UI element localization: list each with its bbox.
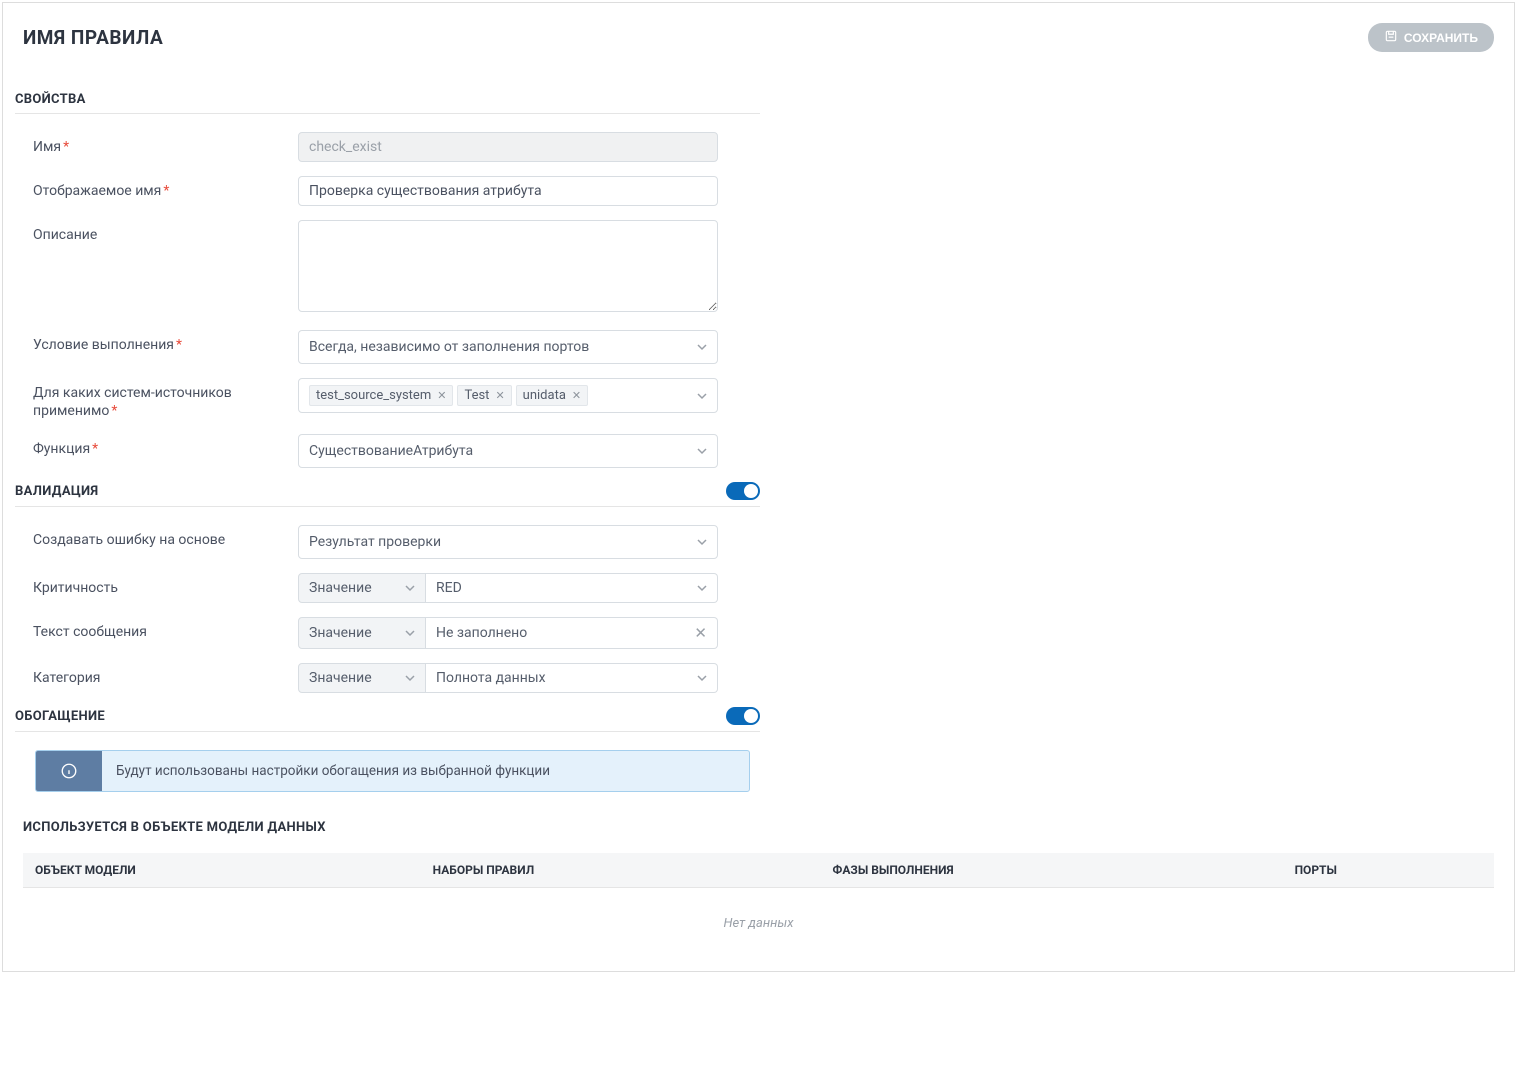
category-value-select[interactable]: Полнота данных — [426, 663, 718, 693]
save-icon — [1384, 29, 1398, 46]
category-mode-select[interactable]: Значение — [298, 663, 426, 693]
function-value: СуществованиеАтрибута — [309, 443, 697, 459]
chevron-down-icon — [697, 446, 707, 456]
validation-section-title: ВАЛИДАЦИЯ — [15, 484, 98, 499]
criticality-value-select[interactable]: RED — [426, 573, 718, 603]
error-basis-label: Создавать ошибку на основе — [33, 525, 298, 549]
enrichment-section-title: ОБОГАЩЕНИЕ — [15, 709, 105, 724]
clear-icon[interactable]: ✕ — [694, 624, 707, 642]
chevron-down-icon — [405, 583, 415, 593]
name-input[interactable] — [298, 132, 718, 162]
tag-remove-icon[interactable]: ✕ — [495, 389, 504, 402]
condition-label: Условие выполнения* — [33, 330, 298, 354]
message-value-input[interactable]: Не заполнено ✕ — [426, 617, 718, 649]
condition-select[interactable]: Всегда, независимо от заполнения портов — [298, 330, 718, 364]
error-basis-value: Результат проверки — [309, 534, 697, 550]
criticality-label: Критичность — [33, 573, 298, 597]
source-tag: test_source_system✕ — [309, 385, 453, 406]
error-basis-select[interactable]: Результат проверки — [298, 525, 718, 559]
function-label: Функция* — [33, 434, 298, 458]
name-label: Имя* — [33, 132, 298, 156]
chevron-down-icon — [697, 673, 707, 683]
display-name-input[interactable] — [298, 176, 718, 206]
description-textarea[interactable] — [298, 220, 718, 312]
validation-toggle[interactable] — [726, 482, 760, 500]
chevron-down-icon — [697, 537, 707, 547]
source-tag: unidata✕ — [516, 385, 588, 406]
save-button[interactable]: СОХРАНИТЬ — [1368, 23, 1494, 52]
chevron-down-icon — [697, 391, 707, 401]
description-label: Описание — [33, 220, 298, 244]
usage-table: ОБЪЕКТ МОДЕЛИ НАБОРЫ ПРАВИЛ ФАЗЫ ВЫПОЛНЕ… — [23, 853, 1494, 888]
function-select[interactable]: СуществованиеАтрибута — [298, 434, 718, 468]
save-button-label: СОХРАНИТЬ — [1404, 31, 1478, 45]
category-label: Категория — [33, 663, 298, 687]
table-empty-text: Нет данных — [23, 888, 1494, 959]
source-tag: Test✕ — [457, 385, 511, 406]
enrichment-toggle[interactable] — [726, 707, 760, 725]
sources-select[interactable]: test_source_system✕ Test✕ unidata✕ — [298, 378, 718, 413]
usage-section-title: ИСПОЛЬЗУЕТСЯ В ОБЪЕКТЕ МОДЕЛИ ДАННЫХ — [23, 820, 1494, 835]
display-name-label: Отображаемое имя* — [33, 176, 298, 200]
page-title: ИМЯ ПРАВИЛА — [23, 26, 163, 49]
col-rule-sets: НАБОРЫ ПРАВИЛ — [421, 853, 821, 888]
chevron-down-icon — [405, 628, 415, 638]
enrichment-info-banner: Будут использованы настройки обогащения … — [35, 750, 750, 792]
sources-label: Для каких систем-источников применимо* — [33, 378, 298, 420]
criticality-mode-select[interactable]: Значение — [298, 573, 426, 603]
chevron-down-icon — [697, 583, 707, 593]
col-ports: ПОРТЫ — [1283, 853, 1494, 888]
tag-remove-icon[interactable]: ✕ — [437, 389, 446, 402]
col-model-object: ОБЪЕКТ МОДЕЛИ — [23, 853, 421, 888]
message-mode-select[interactable]: Значение — [298, 617, 426, 649]
message-label: Текст сообщения — [33, 617, 298, 641]
col-phases: ФАЗЫ ВЫПОЛНЕНИЯ — [821, 853, 1283, 888]
condition-value: Всегда, независимо от заполнения портов — [309, 339, 697, 355]
chevron-down-icon — [697, 342, 707, 352]
properties-section-title: СВОЙСТВА — [15, 92, 86, 107]
tag-remove-icon[interactable]: ✕ — [572, 389, 581, 402]
info-icon — [36, 751, 102, 791]
enrichment-info-text: Будут использованы настройки обогащения … — [102, 751, 564, 791]
chevron-down-icon — [405, 673, 415, 683]
